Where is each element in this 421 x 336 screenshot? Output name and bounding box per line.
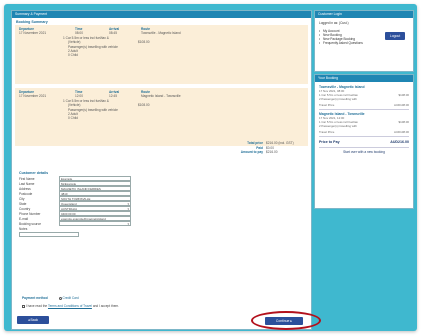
account-menu: My Account New Booking New Package Booki… [315, 29, 413, 45]
terms-link[interactable]: Terms and Conditions of Travel [48, 304, 92, 308]
customer-login-header: Customer Login [315, 11, 413, 18]
field-label: City [19, 196, 25, 201]
input-last-name[interactable]: McExample [59, 181, 131, 186]
leg1-total-label: Travel Price [319, 103, 335, 107]
price-to-pay-value: AUD216.00 [390, 140, 409, 144]
field-label: Address [19, 186, 31, 191]
totals-block: Total price $216.00 (incl. GST) Paid $0.00… [223, 141, 303, 155]
leg1-vehicle-price: $108.00 [398, 93, 409, 97]
route-name: Magnetic Island - Townsville [141, 94, 181, 98]
route-name: Townsville - Magnetic Island [141, 31, 181, 35]
back-button-label: Back [30, 318, 39, 322]
terms-row: I have read the Terms and Conditions of … [22, 304, 119, 308]
input-city[interactable]: SOUTH TOWNSVILLE [59, 196, 131, 201]
select-booking-source[interactable] [59, 221, 131, 226]
form-row: Booking source [19, 221, 131, 226]
field-label: Phone Number [19, 211, 41, 216]
price-to-pay-label: Price to Pay [319, 140, 340, 144]
input-phone-number[interactable]: 0400 00 00 [59, 211, 131, 216]
input-first-name[interactable]: Example [59, 176, 131, 181]
form-row: State Queensland [19, 201, 131, 206]
input-postcode[interactable]: 4810 [59, 191, 131, 196]
amount-to-pay-value: $216.00 [266, 150, 278, 154]
divider [319, 136, 409, 137]
departure-time: 12:00 [75, 94, 83, 98]
form-row: Phone Number 0400 00 00 [19, 211, 131, 216]
form-row: First Name Example [19, 176, 131, 181]
leg2-total-label: Travel Price [319, 130, 335, 134]
field-label: Postcode [19, 191, 33, 196]
terms-prefix: I have read the [25, 304, 48, 308]
select-country[interactable]: AUSTRALIA [59, 206, 131, 211]
field-label: Country [19, 206, 31, 211]
leg-price: $108.00 [138, 103, 150, 107]
field-label: First Name [19, 176, 35, 181]
form-row: Country AUSTRALIA [19, 206, 131, 211]
input-address[interactable]: MAGNETIC ISLAND FERRIES [59, 186, 131, 191]
select-state[interactable]: Queensland [59, 201, 131, 206]
field-label: E-mail [19, 216, 29, 221]
start-over-link[interactable]: Start over with a new booking [315, 150, 413, 155]
highlight-circle [251, 311, 321, 330]
leg2-passengers: 2 Passenger(s) travelling with [319, 124, 357, 128]
divider [319, 147, 409, 148]
logged-in-as: Logged in as: (Cust.) [319, 21, 349, 25]
summary-panel-header: Summary & Payment [12, 11, 311, 18]
booking-items: 1 Car 5.5m or less incl fuel/tax & (Vehi… [63, 36, 118, 57]
form-row: City SOUTH TOWNSVILLE [19, 196, 131, 201]
form-row: Address MAGNETIC ISLAND FERRIES [19, 186, 131, 191]
divider [319, 109, 409, 110]
booking-items: 1 Car 5.5m or less incl fuel/tax & (Vehi… [63, 99, 118, 120]
terms-checkbox[interactable] [22, 304, 25, 308]
leg2-total-value: AUD108.00 [394, 130, 409, 134]
departure-time: 08:00 [75, 31, 83, 35]
back-button[interactable]: ◂ Back [17, 316, 49, 324]
booking-leg-2: Departure Time Arrival Route 17 November… [15, 88, 308, 146]
field-label: State [19, 201, 27, 206]
booking-leg-1: Departure Time Arrival Route 17 November… [15, 25, 308, 84]
field-label: Booking source [19, 221, 41, 226]
summary-panel: Summary & Payment Booking Summary Depart… [11, 10, 312, 330]
child-count: 0 Child [68, 116, 78, 121]
arrival-time: 12:45 [109, 94, 117, 98]
leg1-total-value: AUD108.00 [394, 103, 409, 107]
menu-faq[interactable]: Frequently Asked Questions [315, 41, 413, 45]
amount-to-pay-label: Amount to pay [240, 150, 263, 154]
form-row: E-mail example.example@magneticisland [19, 216, 131, 221]
notes-textarea[interactable] [19, 232, 79, 237]
field-label: Last Name [19, 181, 35, 186]
customer-login-panel: Customer Login Logged in as: (Cust.) Log… [314, 10, 414, 72]
payment-method-row: Payment method Credit Card [22, 296, 79, 300]
your-booking-panel: Your Booking Townsville - Magnetic Islan… [314, 74, 414, 209]
payment-method-label: Payment method [22, 296, 48, 300]
form-row: Last Name McExample [19, 181, 131, 186]
customer-details-form: Customer details First Name Example Last N… [19, 171, 131, 237]
child-count: 0 Child [68, 53, 78, 58]
terms-suffix: and I accept them. [92, 304, 120, 308]
your-booking-header: Your Booking [315, 75, 413, 82]
credit-card-label: Credit Card [62, 296, 79, 300]
input-e-mail[interactable]: example.example@magneticisland [59, 216, 131, 221]
booking-summary-title: Booking Summary [16, 20, 48, 24]
leg-price: $108.00 [138, 40, 150, 44]
leg1-passengers: 2 Passenger(s) travelling with [319, 97, 357, 101]
leg2-vehicle-price: $108.00 [398, 120, 409, 124]
field-label: Notes [19, 226, 28, 231]
departure-date: 17 November 2021 [19, 31, 47, 35]
arrival-time: 08:45 [109, 31, 117, 35]
form-row: Postcode 4810 [19, 191, 131, 196]
departure-date: 17 November 2021 [19, 94, 47, 98]
